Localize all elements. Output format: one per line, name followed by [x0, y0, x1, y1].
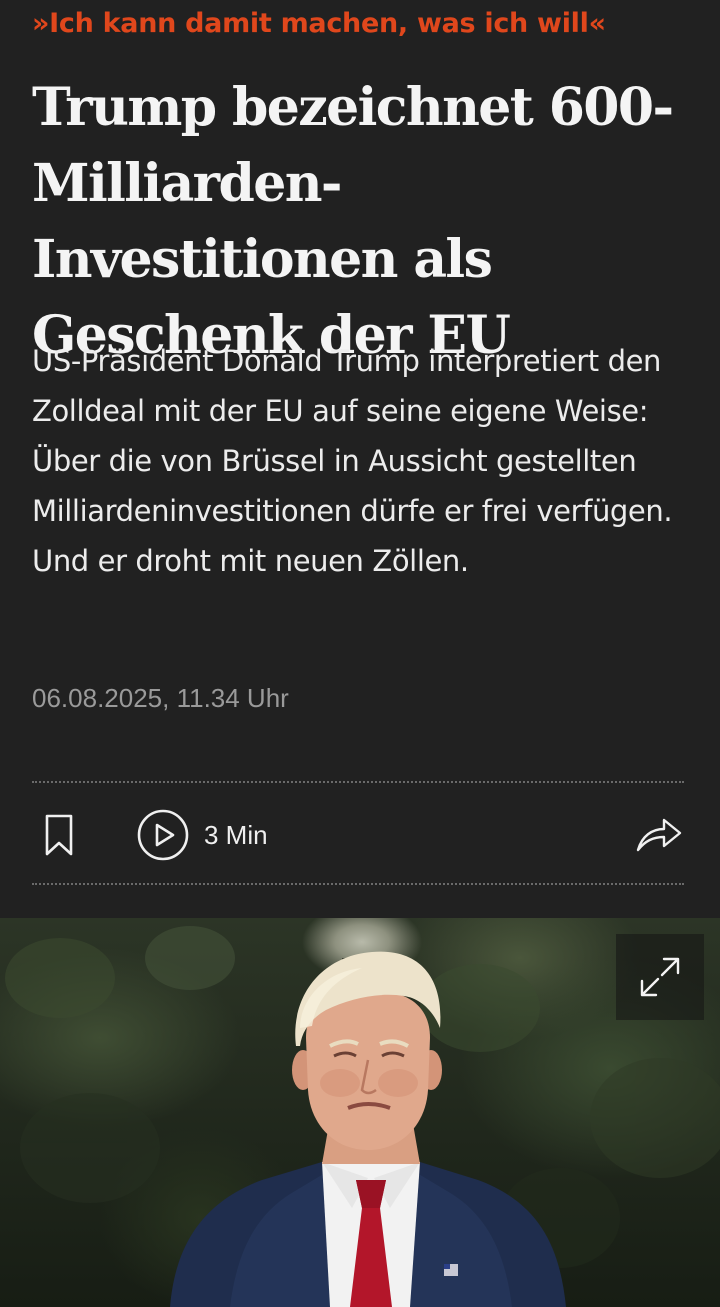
- play-circle-icon: [137, 809, 189, 861]
- expand-icon: [640, 957, 680, 997]
- article-header: »Ich kann damit machen, was ich will« Tr…: [0, 0, 720, 918]
- bookmark-icon: [45, 814, 73, 856]
- audio-duration: 3 Min: [204, 819, 268, 850]
- hero-image: [0, 918, 720, 1307]
- article-toolbar: 3 Min: [0, 784, 720, 882]
- toolbar-divider-top: [32, 781, 684, 783]
- hero-photo-illustration: [5, 926, 720, 1307]
- expand-image-button[interactable]: [616, 934, 704, 1020]
- article-timestamp: 06.08.2025, 11.34 Uhr: [32, 683, 289, 713]
- toolbar-divider-bottom: [32, 883, 684, 885]
- listen-audio-button[interactable]: 3 Min: [136, 808, 268, 862]
- bookmark-button[interactable]: [40, 812, 78, 858]
- share-button[interactable]: [634, 812, 684, 856]
- article-kicker: »Ich kann damit machen, was ich will«: [32, 8, 606, 39]
- article-teaser: US-Präsident Donald Trump interpretiert …: [32, 344, 673, 578]
- article-headline: Trump bezeichnet 600-Milliarden-Investit…: [32, 77, 674, 366]
- share-arrow-icon: [636, 818, 682, 852]
